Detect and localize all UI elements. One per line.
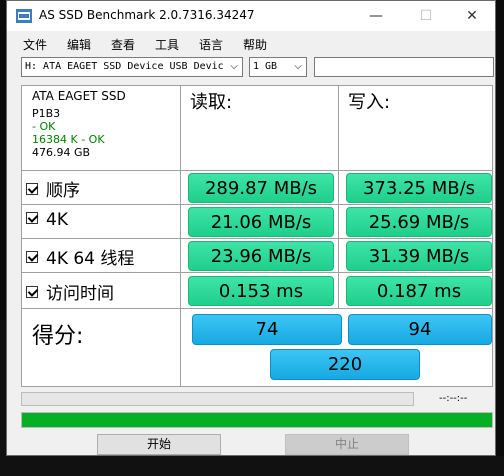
grid-divider [22, 170, 492, 171]
seq-write-result: 373.25 MB/s [346, 173, 492, 203]
score-label: 得分: [32, 324, 84, 349]
menu-bar: 文件 编辑 查看 工具 语言 帮助 [7, 34, 495, 54]
drive-name: ATA EAGET SSD [32, 89, 126, 103]
benchmark-grid: ATA EAGET SSD P1B3 - OK 16384 K - OK 476… [21, 85, 493, 387]
chevron-down-icon: ⌵ [228, 58, 240, 76]
menu-edit[interactable]: 编辑 [67, 36, 91, 53]
row-4k[interactable]: 4K [26, 210, 68, 230]
menu-file[interactable]: 文件 [23, 36, 47, 53]
row-label-access: 访问时间 [46, 284, 114, 304]
4k-read-result: 21.06 MB/s [188, 207, 334, 237]
read-score: 74 [192, 314, 342, 345]
stop-button[interactable]: 中止 [285, 434, 409, 455]
elapsed-time: --:--:-- [439, 393, 468, 404]
overall-progress-fill [22, 413, 492, 427]
title-bar[interactable]: AS SSD Benchmark 2.0.7316.34247 — ☐ ✕ [7, 1, 495, 31]
4k64-write-result: 31.39 MB/s [346, 241, 492, 271]
maximize-button[interactable]: ☐ [403, 1, 449, 31]
access-read-result: 0.153 ms [188, 276, 334, 306]
row-label-4k: 4K [46, 210, 68, 230]
window-title: AS SSD Benchmark 2.0.7316.34247 [39, 8, 255, 22]
app-icon [16, 9, 32, 23]
toolbar: H: ATA EAGET SSD Device USB Devic ⌵ 1 GB… [7, 57, 495, 79]
drive-capacity: 476.94 GB [32, 146, 91, 159]
size-select[interactable]: 1 GB ⌵ [249, 57, 307, 77]
background-desktop-bottom [0, 456, 504, 476]
grid-divider [22, 272, 492, 273]
drive-firmware: P1B3 [32, 107, 61, 120]
row-label-4k64: 4K 64 线程 [46, 249, 135, 269]
menu-tools[interactable]: 工具 [155, 36, 179, 53]
grid-divider [22, 308, 492, 309]
drive-alignment: 16384 K - OK [32, 133, 105, 146]
menu-language[interactable]: 语言 [199, 36, 223, 53]
row-4k64[interactable]: 4K 64 线程 [26, 244, 134, 269]
row-seq[interactable]: 顺序 [26, 176, 80, 201]
test-progress-bar [21, 392, 414, 406]
total-score: 220 [270, 349, 420, 380]
drive-status-ok: - OK [32, 120, 56, 133]
drive-select[interactable]: H: ATA EAGET SSD Device USB Devic ⌵ [21, 57, 243, 77]
checkbox-checked-icon[interactable] [26, 183, 38, 195]
access-write-result: 0.187 ms [346, 276, 492, 306]
app-window: AS SSD Benchmark 2.0.7316.34247 — ☐ ✕ 文件… [6, 0, 496, 456]
start-button[interactable]: 开始 [97, 434, 221, 455]
4k-write-result: 25.69 MB/s [346, 207, 492, 237]
row-label-seq: 顺序 [46, 181, 80, 201]
seq-read-result: 289.87 MB/s [188, 173, 334, 203]
menu-view[interactable]: 查看 [111, 36, 135, 53]
minimize-button[interactable]: — [353, 1, 399, 31]
grid-divider [22, 238, 492, 239]
text-input[interactable] [314, 57, 494, 77]
write-column-header: 写入: [348, 92, 391, 113]
grid-divider [338, 86, 339, 308]
4k64-read-result: 23.96 MB/s [188, 241, 334, 271]
drive-select-value: H: ATA EAGET SSD Device USB Devic [25, 61, 224, 72]
write-score: 94 [348, 314, 492, 345]
size-select-value: 1 GB [253, 61, 278, 72]
row-access[interactable]: 访问时间 [26, 279, 114, 304]
grid-divider [180, 86, 181, 386]
menu-help[interactable]: 帮助 [243, 36, 267, 53]
read-column-header: 读取: [190, 92, 233, 113]
grid-divider [22, 204, 492, 205]
checkbox-checked-icon[interactable] [26, 286, 38, 298]
close-button[interactable]: ✕ [449, 1, 495, 31]
overall-progress-bar [21, 412, 493, 428]
checkbox-checked-icon[interactable] [26, 212, 38, 224]
drive-info: ATA EAGET SSD P1B3 - OK 16384 K - OK 476… [32, 89, 126, 160]
chevron-down-icon: ⌵ [292, 58, 304, 76]
checkbox-checked-icon[interactable] [26, 251, 38, 263]
